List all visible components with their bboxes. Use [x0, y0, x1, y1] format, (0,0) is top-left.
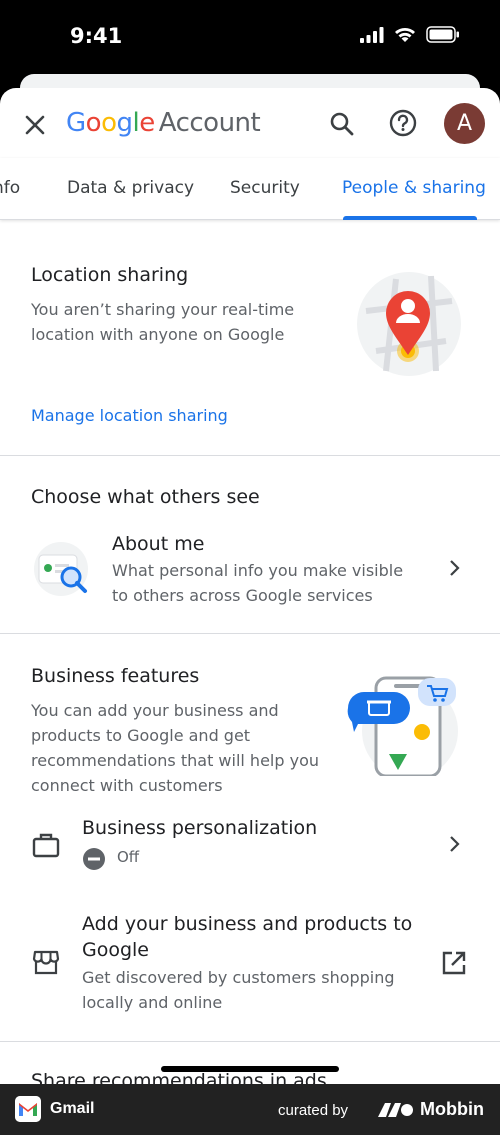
business-illustration [347, 676, 458, 776]
divider [0, 455, 500, 456]
mobbin-brand: Mobbin [420, 1099, 484, 1119]
status-icons [360, 26, 460, 43]
logo-account-text: Account [158, 108, 261, 138]
header: Google Account A [0, 88, 500, 158]
account-sheet: GoogleAccount A Info Data & privacy Secu… [0, 88, 500, 1084]
choose-section-title: Choose what others see [31, 486, 260, 508]
wifi-icon [395, 27, 415, 42]
avatar[interactable]: A [444, 103, 485, 144]
about-me-icon [34, 542, 88, 596]
mobbin-logo-icon [378, 1103, 413, 1117]
home-indicator [161, 1066, 339, 1072]
share-recommendations-title: Share recommendations in ads [31, 1070, 327, 1084]
tab-security[interactable]: Security [230, 178, 300, 198]
chevron-right-icon [450, 560, 460, 576]
open-external-icon [442, 951, 466, 975]
location-sharing-description: You aren’t sharing your real-time locati… [31, 300, 295, 344]
business-features-description: You can add your business and products t… [31, 701, 319, 795]
business-personalization-status: Off [117, 848, 140, 866]
tab-info[interactable]: Info [0, 178, 20, 198]
tab-data-privacy[interactable]: Data & privacy [67, 178, 194, 198]
add-business-title: Add your business and products to Google [82, 913, 413, 961]
gmail-icon [15, 1096, 41, 1122]
help-icon[interactable] [388, 108, 418, 138]
about-me-title: About me [112, 533, 205, 555]
status-time: 9:41 [70, 24, 123, 48]
briefcase-icon [32, 833, 60, 858]
add-business-row[interactable]: Add your business and products to Google… [0, 908, 500, 1018]
battery-icon [426, 26, 459, 43]
tab-people-sharing[interactable]: People & sharing [342, 178, 486, 198]
footer-app-name: Gmail [50, 1100, 95, 1117]
signal-icon [360, 26, 384, 43]
storefront-icon [32, 950, 60, 975]
manage-location-sharing-link[interactable]: Manage location sharing [31, 406, 228, 425]
business-features-title: Business features [31, 665, 200, 687]
google-account-logo: Google Account [66, 108, 261, 138]
about-me-subtitle: What personal info you make visible to o… [112, 561, 404, 605]
chevron-right-icon [450, 836, 460, 852]
divider [0, 633, 500, 634]
location-map-illustration [357, 272, 461, 376]
location-sharing-title: Location sharing [31, 264, 189, 286]
about-me-row[interactable]: About me What personal info you make vis… [0, 526, 500, 616]
divider [0, 1041, 500, 1042]
add-business-subtitle: Get discovered by customers shopping loc… [82, 968, 395, 1012]
curated-by-label: curated by [278, 1102, 349, 1119]
close-icon[interactable] [22, 112, 48, 138]
search-icon[interactable] [328, 110, 356, 138]
active-tab-indicator [343, 216, 477, 220]
business-personalization-row[interactable]: Business personalization Off [0, 808, 500, 880]
off-status-icon [83, 848, 105, 870]
google-wordmark: Google [66, 108, 155, 138]
footer-bar: Gmail curated by Mobbin [0, 1084, 500, 1135]
status-bar: 9:41 [0, 0, 500, 75]
tab-bar: Info Data & privacy Security People & sh… [0, 158, 500, 220]
business-personalization-title: Business personalization [82, 817, 318, 839]
